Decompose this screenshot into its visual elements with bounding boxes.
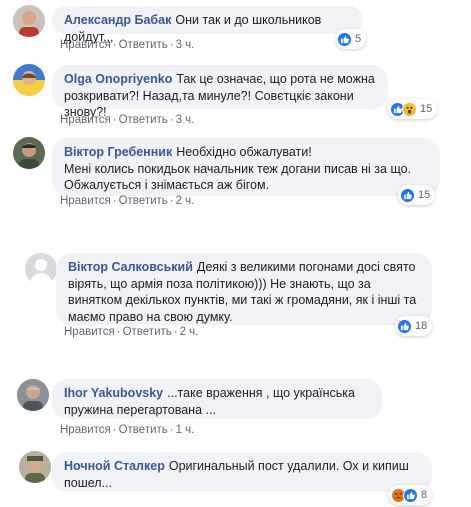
reactions-summary[interactable]: 18 — [395, 316, 433, 336]
comment-actions: Нравится · Ответить · 2 ч. — [60, 195, 195, 207]
comment-bubble: Александр Бабак Они так и до школьников д… — [52, 6, 363, 44]
reply-link[interactable]: Ответить — [123, 326, 172, 338]
comment-bubble: Ihor Yakubovsky ...таке враження , що укр… — [52, 379, 382, 419]
comment-timestamp[interactable]: 1 ч. — [176, 424, 195, 436]
comment-timestamp[interactable]: 2 ч. — [176, 195, 195, 207]
comment-timestamp[interactable]: 3 ч. — [176, 39, 195, 51]
comment-author[interactable]: Александр Бабак — [64, 13, 171, 27]
reaction-count: 8 — [421, 489, 428, 501]
like-link[interactable]: Нравится — [64, 326, 115, 338]
like-icon — [403, 487, 418, 503]
comment-timestamp[interactable]: 3 ч. — [176, 114, 195, 126]
comment-author[interactable]: Ihor Yakubovsky — [64, 386, 163, 400]
reply-link[interactable]: Ответить — [119, 424, 168, 436]
avatar[interactable] — [19, 451, 51, 483]
reaction-count: 18 — [415, 320, 428, 332]
comment-actions: Нравится · Ответить · 3 ч. — [60, 39, 195, 51]
wow-icon — [402, 101, 417, 117]
comment-timestamp[interactable]: 2 ч. — [180, 326, 199, 338]
comment-actions: Нравится · Ответить · 3 ч. — [60, 114, 195, 126]
avatar[interactable] — [25, 253, 57, 285]
reactions-summary[interactable]: 15 — [398, 185, 436, 205]
like-icon — [397, 318, 412, 334]
comment-bubble: Віктор Салковський Деякі з великими погон… — [56, 253, 432, 325]
reactions-summary[interactable]: 15 — [388, 99, 438, 119]
reactions-summary[interactable]: 5 — [335, 29, 367, 49]
comment-actions: Нравится · Ответить · 2 ч. — [64, 326, 199, 338]
comment-author[interactable]: Ночной Сталкер — [64, 459, 165, 473]
like-link[interactable]: Нравится — [60, 195, 111, 207]
like-icon — [337, 31, 352, 47]
comment-bubble: Olga Onopriyenko Так це означає, що рота … — [52, 65, 388, 119]
reaction-count: 15 — [418, 189, 431, 201]
reaction-count: 15 — [420, 103, 433, 115]
like-link[interactable]: Нравится — [60, 424, 111, 436]
reply-link[interactable]: Ответить — [119, 195, 168, 207]
avatar[interactable] — [13, 137, 45, 169]
comment-author[interactable]: Віктор Гребенник — [64, 145, 172, 159]
reply-link[interactable]: Ответить — [119, 39, 168, 51]
comment-bubble: Віктор Гребенник Необхідно обжалувати! Ме… — [52, 138, 440, 196]
comment-author[interactable]: Віктор Салковський — [68, 260, 193, 274]
like-link[interactable]: Нравится — [60, 114, 111, 126]
reactions-summary[interactable]: 8 — [389, 485, 433, 505]
comment-actions: Нравится · Ответить · 1 ч. — [60, 424, 195, 436]
avatar[interactable] — [13, 5, 45, 37]
like-icon — [400, 187, 415, 203]
comment-author[interactable]: Olga Onopriyenko — [64, 72, 172, 86]
avatar[interactable] — [17, 379, 49, 411]
avatar[interactable] — [13, 64, 45, 96]
reply-link[interactable]: Ответить — [119, 114, 168, 126]
comment-bubble: Ночной Сталкер Оригинальный пост удалили.… — [52, 452, 432, 492]
reaction-count: 5 — [355, 33, 362, 45]
like-link[interactable]: Нравится — [60, 39, 111, 51]
